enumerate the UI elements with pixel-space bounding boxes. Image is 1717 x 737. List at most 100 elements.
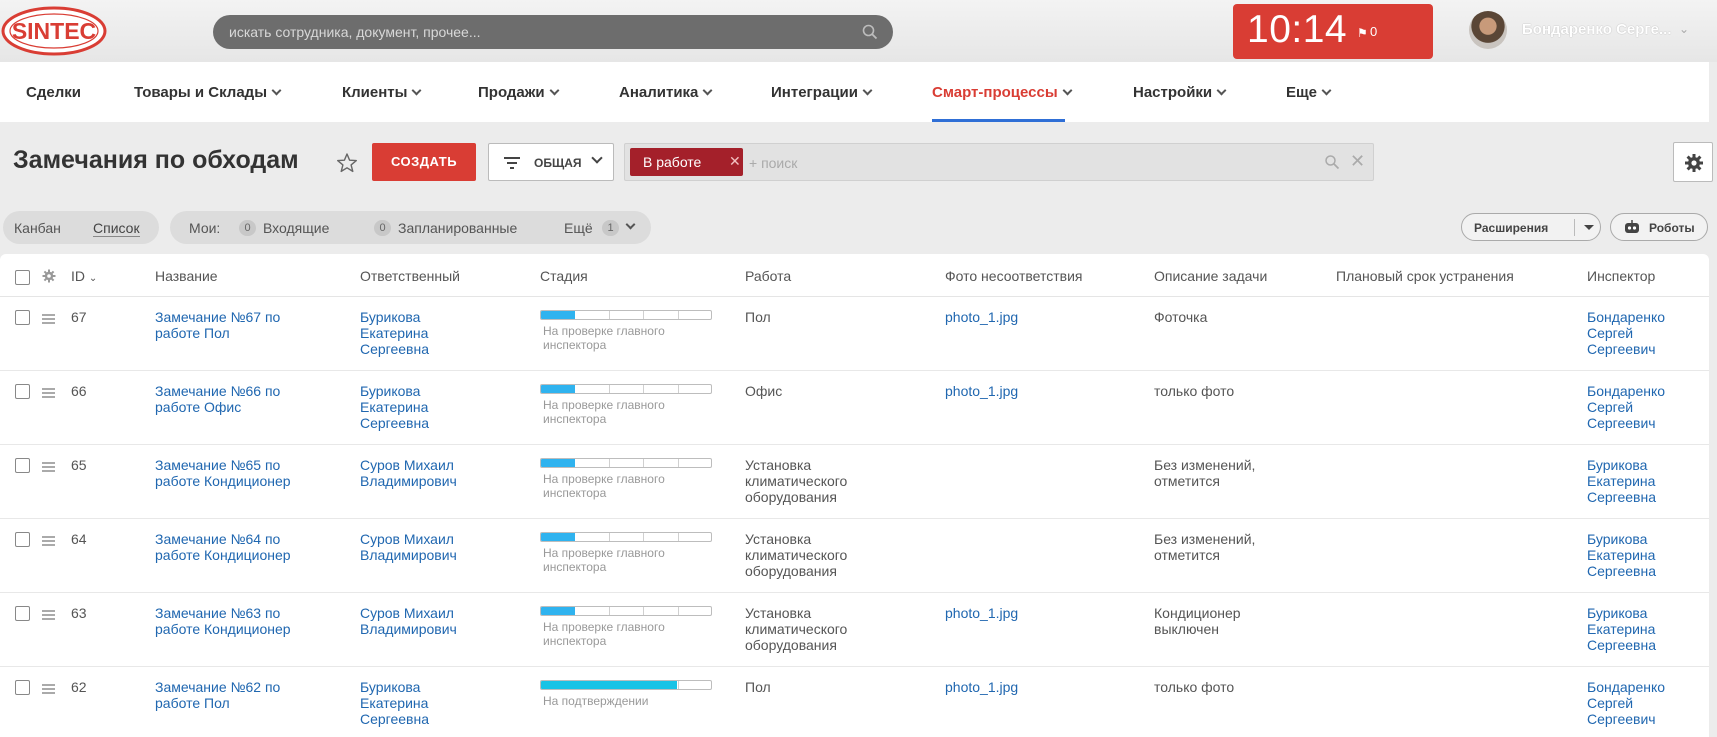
cell-description: только фото (1154, 679, 1235, 695)
nav-item-integrations[interactable]: Интеграции (771, 84, 873, 101)
stage-progress-bar[interactable] (540, 680, 712, 690)
menu-icon[interactable] (42, 536, 55, 548)
filter-tag[interactable]: В работе ✕ (630, 148, 743, 176)
cell-name[interactable]: Замечание №64 по работе Кондиционер (155, 531, 291, 563)
planned-filter[interactable]: Запланированные (398, 220, 517, 236)
cell-name[interactable]: Замечание №63 по работе Кондиционер (155, 605, 291, 637)
view-list[interactable]: Список (93, 220, 140, 237)
cell-inspector[interactable]: Бондаренко Сергей Сергеевич (1587, 383, 1665, 431)
avatar[interactable] (1469, 11, 1507, 49)
caret-down-icon[interactable] (1584, 225, 1594, 230)
table-row[interactable]: 65 Замечание №65 по работе Кондиционер Сур… (0, 445, 1709, 519)
global-search-input[interactable]: искать сотрудника, документ, прочее... (213, 15, 893, 49)
stage-progress-bar[interactable] (540, 310, 712, 320)
clock-widget[interactable]: 10:14 ⚑ 0 (1233, 4, 1433, 59)
chevron-down-icon: ⌄ (88, 273, 98, 284)
row-checkbox[interactable] (15, 532, 30, 547)
column-header-inspector[interactable]: Инспектор (1587, 268, 1655, 284)
row-checkbox[interactable] (15, 606, 30, 621)
nav-item-sales[interactable]: Продажи (478, 84, 560, 101)
table-row[interactable]: 64 Замечание №64 по работе Кондиционер Сур… (0, 519, 1709, 593)
cell-name[interactable]: Замечание №67 по работе Пол (155, 309, 280, 341)
column-header-deadline[interactable]: Плановый срок устранения (1336, 268, 1514, 284)
menu-icon[interactable] (42, 314, 55, 326)
nav-item-settings[interactable]: Настройки (1133, 84, 1227, 101)
nav-item-clients[interactable]: Клиенты (342, 84, 422, 101)
table-row[interactable]: 63 Замечание №63 по работе Кондиционер Сур… (0, 593, 1709, 667)
cell-name[interactable]: Замечание №62 по работе Пол (155, 679, 280, 711)
column-header-photo[interactable]: Фото несоответствия (945, 268, 1083, 284)
column-header-responsible[interactable]: Ответственный (360, 268, 460, 284)
cell-inspector[interactable]: Бондаренко Сергей Сергеевич (1587, 309, 1665, 357)
table-row[interactable]: 67 Замечание №67 по работе Пол Бурикова Ек… (0, 297, 1709, 371)
incoming-count: 0 (239, 220, 256, 236)
search-icon[interactable] (1324, 154, 1340, 170)
stage-progress-bar[interactable] (540, 458, 712, 468)
nav-label: Аналитика (619, 84, 699, 101)
more-filter[interactable]: Ещё (564, 220, 593, 236)
cell-photo[interactable]: photo_1.jpg (945, 309, 1018, 325)
star-icon[interactable] (336, 152, 358, 174)
cell-photo[interactable]: photo_1.jpg (945, 383, 1018, 399)
user-name[interactable]: Бондаренко Серге... (1522, 21, 1672, 38)
cell-work: Установка климатического оборудования (745, 605, 848, 653)
menu-icon[interactable] (42, 610, 55, 622)
cell-name[interactable]: Замечание №65 по работе Кондиционер (155, 457, 291, 489)
column-header-name[interactable]: Название (155, 268, 218, 284)
extensions-button[interactable]: Расширения (1461, 213, 1601, 241)
cell-responsible[interactable]: Бурикова Екатерина Сергеевна (360, 383, 429, 431)
nav-item-analytics[interactable]: Аналитика (619, 84, 713, 101)
create-button[interactable]: СОЗДАТЬ (372, 143, 476, 181)
filter-search-input[interactable]: В работе ✕ + поиск ✕ (624, 143, 1374, 181)
chevron-down-icon (271, 85, 282, 96)
nav-item-smart-processes[interactable]: Смарт-процессы (932, 84, 1073, 101)
settings-button[interactable] (1673, 142, 1713, 182)
incoming-filter[interactable]: Входящие (263, 220, 329, 236)
chevron-down-icon[interactable] (625, 219, 636, 230)
menu-icon[interactable] (42, 388, 55, 400)
table-row[interactable]: 62 Замечание №62 по работе Пол Бурикова Ек… (0, 667, 1709, 737)
cell-responsible[interactable]: Суров Михаил Владимирович (360, 457, 457, 489)
close-icon[interactable]: ✕ (729, 153, 741, 170)
row-checkbox[interactable] (15, 310, 30, 325)
filter-preset-label: ОБЩАЯ (534, 156, 582, 170)
cell-inspector[interactable]: Бурикова Екатерина Сергеевна (1587, 531, 1656, 579)
cell-responsible[interactable]: Бурикова Екатерина Сергеевна (360, 309, 429, 357)
row-checkbox[interactable] (15, 680, 30, 695)
cell-inspector[interactable]: Бондаренко Сергей Сергеевич (1587, 679, 1665, 727)
column-header-work[interactable]: Работа (745, 268, 791, 284)
view-kanban[interactable]: Канбан (14, 220, 61, 236)
cell-responsible[interactable]: Суров Михаил Владимирович (360, 531, 457, 563)
cell-name[interactable]: Замечание №66 по работе Офис (155, 383, 280, 415)
cell-description: Без изменений, отметится (1154, 531, 1256, 563)
robots-button[interactable]: Роботы (1610, 213, 1708, 241)
cell-inspector[interactable]: Бурикова Екатерина Сергеевна (1587, 605, 1656, 653)
cell-photo[interactable]: photo_1.jpg (945, 679, 1018, 695)
nav-item-more[interactable]: Еще (1286, 84, 1332, 101)
clock-time: 10:14 (1247, 8, 1348, 51)
row-checkbox[interactable] (15, 458, 30, 473)
row-checkbox[interactable] (15, 384, 30, 399)
cell-responsible[interactable]: Суров Михаил Владимирович (360, 605, 457, 637)
nav-item-goods[interactable]: Товары и Склады (134, 84, 282, 101)
stage-progress-bar[interactable] (540, 532, 712, 542)
nav-item-deals[interactable]: Сделки (26, 84, 81, 101)
filter-preset-button[interactable]: ОБЩАЯ (488, 143, 614, 181)
search-icon[interactable] (861, 23, 879, 41)
stage-progress-bar[interactable] (540, 384, 712, 394)
cell-photo[interactable]: photo_1.jpg (945, 605, 1018, 621)
sintec-logo[interactable]: SINTEC (0, 6, 108, 56)
chevron-down-icon[interactable]: ⌄ (1679, 22, 1689, 36)
column-header-id[interactable]: ID ⌄ (71, 268, 97, 284)
table-row[interactable]: 66 Замечание №66 по работе Офис Бурикова Е… (0, 371, 1709, 445)
cell-inspector[interactable]: Бурикова Екатерина Сергеевна (1587, 457, 1656, 505)
menu-icon[interactable] (42, 684, 55, 696)
menu-icon[interactable] (42, 462, 55, 474)
gear-icon[interactable] (42, 269, 56, 283)
select-all-checkbox[interactable] (15, 270, 30, 285)
cell-responsible[interactable]: Бурикова Екатерина Сергеевна (360, 679, 429, 727)
close-icon[interactable]: ✕ (1350, 151, 1365, 172)
stage-progress-bar[interactable] (540, 606, 712, 616)
column-header-stage[interactable]: Стадия (540, 268, 588, 284)
column-header-description[interactable]: Описание задачи (1154, 268, 1267, 284)
